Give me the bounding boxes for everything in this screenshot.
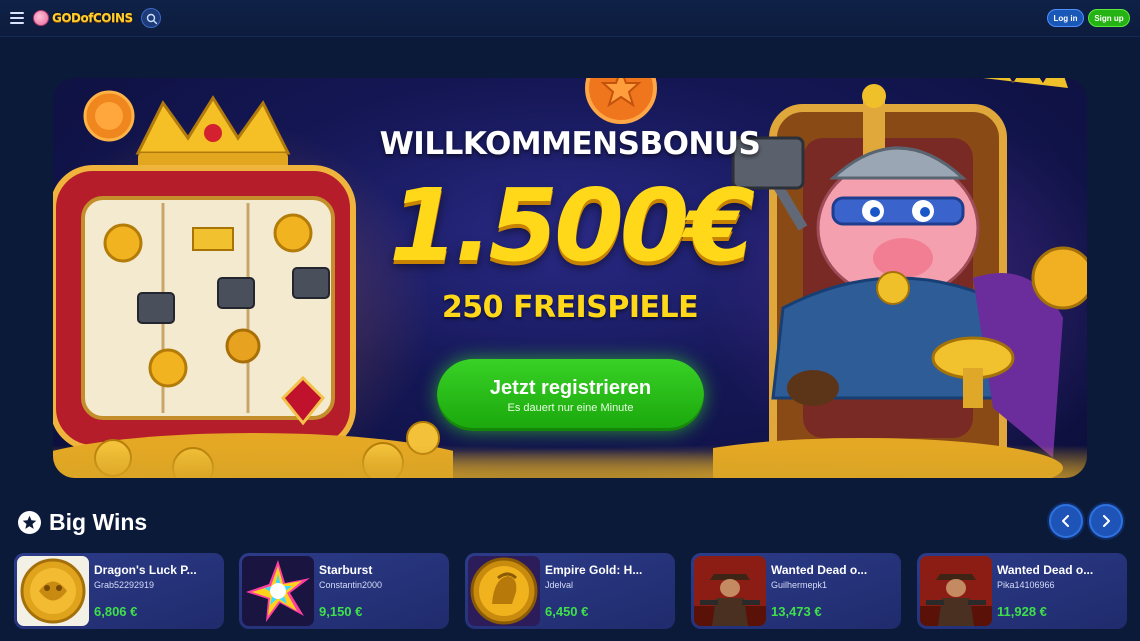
game-thumbnail [920, 556, 992, 626]
game-thumbnail [242, 556, 314, 626]
floating-coin-icon [585, 78, 657, 124]
game-thumbnail [694, 556, 766, 626]
register-button-subtitle: Es dauert nur eine Minute [507, 402, 634, 414]
bonus-amount: 1.500€ [389, 167, 755, 284]
chevron-right-icon [1103, 515, 1110, 527]
game-thumbnail [17, 556, 89, 626]
winner-username: Constantin2000 [319, 580, 383, 590]
free-spins-label: 250 FREISPIELE [441, 290, 699, 325]
game-name: Wanted Dead o... [997, 563, 1094, 577]
menu-icon[interactable] [10, 12, 24, 24]
win-amount: 13,473 € [771, 604, 822, 619]
register-button[interactable]: Jetzt registrieren Es dauert nur eine Mi… [437, 359, 704, 431]
pig-logo-icon [33, 10, 49, 26]
game-name: Empire Gold: H... [545, 563, 643, 577]
game-name: Wanted Dead o... [771, 563, 868, 577]
big-win-card[interactable]: Starburst Constantin2000 9,150 € [239, 553, 449, 629]
big-win-card[interactable]: Dragon's Luck P... Grab52292919 6,806 € [14, 553, 224, 629]
register-button-label: Jetzt registrieren [489, 377, 652, 399]
next-button[interactable] [1089, 504, 1123, 538]
previous-button[interactable] [1049, 504, 1083, 538]
welcome-bonus-banner[interactable]: WILLKOMMENSBONUS 1.500€ 250 FREISPIELE J… [53, 78, 1087, 478]
star-icon [18, 510, 41, 534]
site-logo[interactable]: GODofCOINS [33, 9, 133, 27]
game-name: Dragon's Luck P... [94, 563, 197, 577]
winner-username: Pika14106966 [997, 580, 1055, 590]
big-win-card[interactable]: Wanted Dead o... Guilhermepk1 13,473 € [691, 553, 901, 629]
big-wins-title: Big Wins [49, 508, 148, 535]
win-amount: 11,928 € [997, 604, 1047, 619]
game-name: Starburst [319, 563, 373, 577]
winner-username: Guilhermepk1 [771, 580, 828, 590]
signup-button[interactable]: Sign up [1088, 9, 1130, 27]
login-button[interactable]: Log in [1047, 9, 1084, 27]
big-win-card[interactable]: Empire Gold: H... Jdelval 6,450 € [465, 553, 675, 629]
win-amount: 6,806 € [94, 604, 138, 619]
winner-username: Jdelval [545, 580, 574, 590]
search-icon [146, 13, 158, 25]
chevron-left-icon [1062, 515, 1069, 527]
bonus-heading: WILLKOMMENSBONUS [379, 126, 761, 162]
logo-text: GODofCOINS [52, 11, 133, 25]
win-amount: 9,150 € [319, 604, 363, 619]
big-win-card[interactable]: Wanted Dead o... Pika14106966 11,928 € [917, 553, 1127, 629]
top-bar: GODofCOINS Log in Sign up [0, 0, 1140, 37]
big-wins-header: Big Wins [18, 508, 147, 536]
win-amount: 6,450 € [545, 604, 589, 619]
winner-username: Grab52292919 [94, 580, 155, 590]
search-button[interactable] [141, 8, 161, 28]
game-thumbnail [468, 556, 540, 626]
